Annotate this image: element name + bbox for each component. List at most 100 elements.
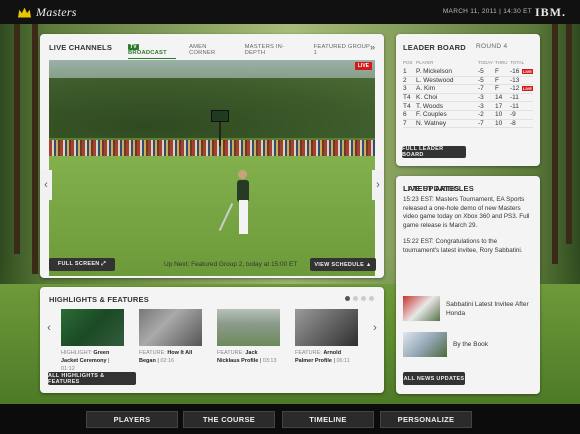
golfer-image <box>237 180 249 202</box>
carousel-dots <box>342 296 374 301</box>
leader-board-cell-pos: T4 <box>403 94 411 102</box>
leader-board-cell-pos: 7 <box>403 119 407 127</box>
highlight-thumbnail[interactable] <box>295 309 358 346</box>
live-update-item: 15:22 EST: Congratulations to the tourna… <box>403 238 523 254</box>
leader-board-cell-total: -16 <box>510 68 520 76</box>
leader-board-cell-thru: 10 <box>495 119 503 127</box>
prev-highlight-arrow-icon[interactable]: ‹ <box>43 317 55 339</box>
live-badge: LIVE <box>354 62 372 70</box>
nav-personalize[interactable]: PERSONALIZE <box>380 411 472 428</box>
leader-board-row[interactable]: 6 F. Couples -2 10 -9 <box>403 111 533 120</box>
highlight-thumbnail[interactable] <box>217 309 280 346</box>
live-channels-panel: LIVE CHANNELS TVBROADCAST AMEN CORNER MA… <box>40 34 384 278</box>
scoreboard-image <box>211 110 229 122</box>
live-tag[interactable]: LIVE <box>522 86 533 92</box>
leader-board-cell-pos: 3 <box>403 85 407 93</box>
leader-board-cell-pos: 6 <box>403 111 407 119</box>
leader-board-cell-thru: F <box>495 85 499 93</box>
view-schedule-button[interactable]: VIEW SCHEDULE ▲ <box>310 258 376 271</box>
leader-board-cell-thru: 17 <box>495 102 503 110</box>
leader-board-cell-pos: T4 <box>403 102 411 110</box>
masters-logo[interactable]: Masters <box>18 5 77 20</box>
leader-board-header: POS PLAYER TODAY THRU TOTAL <box>403 60 525 65</box>
crown-icon <box>18 7 31 18</box>
leader-board-cell-total: -11 <box>510 94 519 102</box>
carousel-dot[interactable] <box>345 296 350 301</box>
tab-featured-group-1[interactable]: FEATURED GROUP 1 <box>314 44 371 59</box>
date-time: MARCH 11, 2011 | 14:30 ET <box>442 8 532 15</box>
leader-board-cell-pos: 1 <box>403 68 407 76</box>
nav-the-course[interactable]: THE COURSE <box>183 411 275 428</box>
tabs-more-icon[interactable]: » <box>370 42 375 52</box>
leader-board-cell-name: N. Watney <box>416 119 447 127</box>
leader-board-cell-total: -13 <box>510 76 520 84</box>
highlight-thumbnail[interactable] <box>139 309 202 346</box>
latest-articles-title: LATEST ARTICLES <box>403 184 474 193</box>
leader-board-row[interactable]: T4 T. Woods -3 17 -11 <box>403 102 533 111</box>
tab-masters-in-depth[interactable]: MASTERS IN-DEPTH <box>245 44 301 59</box>
leader-board-cell-today: -3 <box>478 94 484 102</box>
leader-board-cell-total: -8 <box>510 119 516 127</box>
carousel-dot[interactable] <box>353 296 358 301</box>
brand-name: Masters <box>36 4 77 19</box>
video-player[interactable]: LIVE <box>49 60 375 276</box>
nav-players[interactable]: PLAYERS <box>86 411 178 428</box>
round-label: ROUND 4 <box>476 43 508 50</box>
leader-board-cell-thru: 10 <box>495 111 503 119</box>
live-updates-panel: LIVE UPDATES 15:23 EST: Masters Tourname… <box>396 176 540 394</box>
leader-board-row[interactable]: T4 K. Choi -3 14 -11 <box>403 94 533 103</box>
highlight-thumbnail[interactable] <box>61 309 124 346</box>
article-thumbnail[interactable] <box>403 296 440 321</box>
leader-board-cell-pos: 2 <box>403 76 407 84</box>
leader-board-cell-total: -9 <box>510 111 516 119</box>
leader-board-cell-name: T. Woods <box>416 102 443 110</box>
leader-board-cell-thru: F <box>495 68 499 76</box>
highlight-item[interactable]: FEATURE: Jack Nicklaus Profile | 03:13 <box>217 309 280 373</box>
article-item[interactable]: By the Book <box>403 332 533 357</box>
leader-board-cell-today: -7 <box>478 85 484 93</box>
leader-board-cell-today: -5 <box>478 68 484 76</box>
leader-board-rows: 1 P. Mickelson -5 F -16 LIVE 2 L. Westwood -5 F -1… <box>403 68 533 129</box>
leader-board-cell-name: L. Westwood <box>416 76 454 84</box>
leader-board-title: LEADER BOARD <box>403 43 466 52</box>
leader-board-row[interactable]: 7 N. Watney -7 10 -8 <box>403 120 533 129</box>
leader-board-cell-thru: 14 <box>495 94 503 102</box>
nav-timeline[interactable]: TIMELINE <box>282 411 374 428</box>
highlight-item[interactable]: FEATURE: Arnold Palmer Profile | 06:11 <box>295 309 358 373</box>
article-thumbnail[interactable] <box>403 332 447 357</box>
top-bar: Masters MARCH 11, 2011 | 14:30 ET IBM. <box>0 0 580 24</box>
next-highlight-arrow-icon[interactable]: › <box>369 317 381 339</box>
leader-board-cell-name: K. Choi <box>416 94 438 102</box>
next-channel-arrow-icon[interactable]: › <box>372 170 384 200</box>
article-title[interactable]: Sabbatini Latest Invitee After Honda <box>446 300 533 318</box>
tab-broadcast[interactable]: TVBROADCAST <box>128 44 177 59</box>
article-item[interactable]: Sabbatini Latest Invitee After Honda <box>403 296 533 321</box>
carousel-dot[interactable] <box>369 296 374 301</box>
carousel-dot[interactable] <box>361 296 366 301</box>
full-screen-button[interactable]: FULL SCREEN ⤢ <box>49 258 115 271</box>
highlight-item[interactable]: FEATURE: How It All Began | 02:16 <box>139 309 202 373</box>
leader-board-cell-name: P. Mickelson <box>416 68 453 76</box>
leader-board-row[interactable]: 2 L. Westwood -5 F -13 <box>403 77 533 86</box>
highlights-title: HIGHLIGHTS & FEATURES <box>49 295 149 304</box>
leader-board-row[interactable]: 3 A. Kim -7 F -12 LIVE <box>403 85 533 94</box>
leader-board-cell-today: -3 <box>478 102 484 110</box>
leader-board-cell-total: -11 <box>510 102 519 110</box>
channel-tabs: TVBROADCAST AMEN CORNER MASTERS IN-DEPTH… <box>128 44 384 59</box>
article-title[interactable]: By the Book <box>453 340 488 349</box>
live-update-item: 15:23 EST: Masters Tournament, EA Sports… <box>403 196 530 229</box>
leader-board-cell-name: F. Couples <box>416 111 447 119</box>
tab-amen-corner[interactable]: AMEN CORNER <box>189 44 232 59</box>
leader-board-row[interactable]: 1 P. Mickelson -5 F -16 LIVE <box>403 68 533 77</box>
highlight-item[interactable]: HIGHLIGHT: Green Jacket Ceremony | 01:12 <box>61 309 124 373</box>
prev-channel-arrow-icon[interactable]: ‹ <box>40 170 52 200</box>
all-news-updates-button[interactable]: ALL NEWS UPDATES <box>403 372 465 385</box>
full-leader-board-button[interactable]: FULL LEADER BOARD <box>402 146 466 158</box>
bottom-nav: PLAYERS THE COURSE TIMELINE PERSONALIZE <box>0 404 580 434</box>
live-tag[interactable]: LIVE <box>522 69 533 75</box>
up-next-text: Up Next: Featured Group 2, today at 15:0… <box>164 261 298 268</box>
leader-board-cell-today: -7 <box>478 119 484 127</box>
live-channels-title: LIVE CHANNELS <box>49 43 113 52</box>
all-highlights-button[interactable]: ALL HIGHLIGHTS & FEATURES <box>48 372 136 385</box>
leader-board-cell-today: -2 <box>478 111 484 119</box>
